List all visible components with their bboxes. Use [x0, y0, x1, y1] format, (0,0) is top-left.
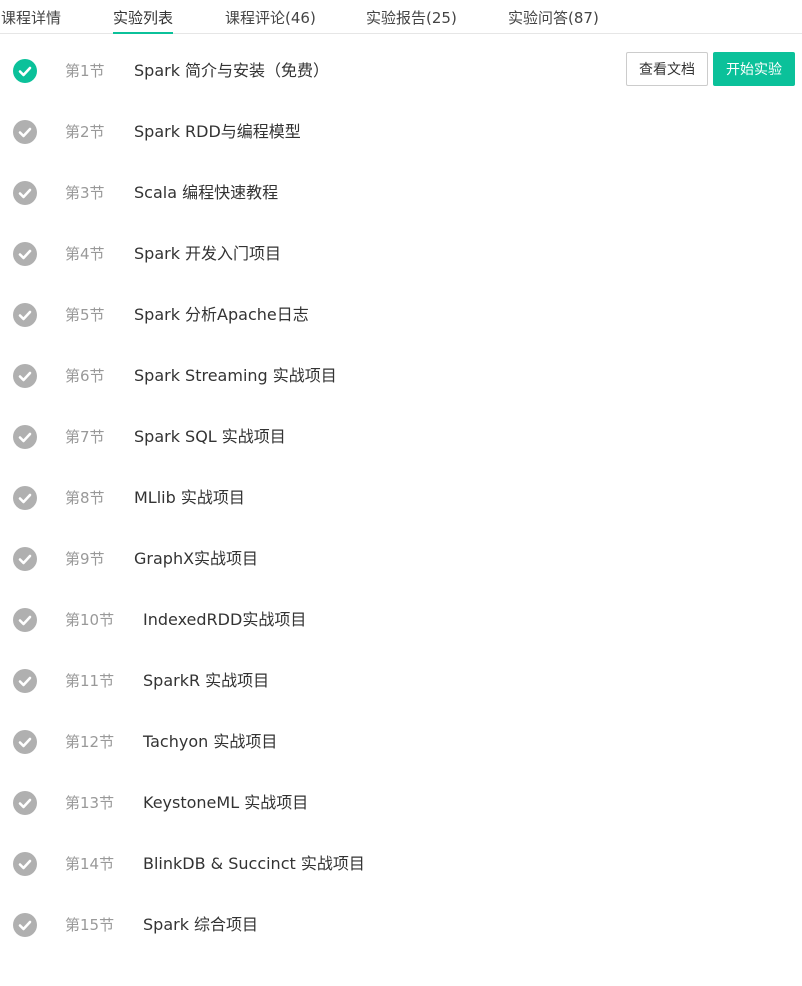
section-title[interactable]: KeystoneML 实战项目 [143, 792, 308, 814]
start-experiment-button[interactable]: 开始实验 [713, 52, 795, 86]
section-title[interactable]: GraphX实战项目 [134, 548, 258, 570]
check-circle-icon [13, 913, 37, 937]
section-number: 第5节 [65, 306, 105, 324]
section-number: 第8节 [65, 489, 105, 507]
section-row[interactable]: 第1节 Spark 简介与安装（免费） 查看文档 开始实验 [0, 41, 802, 102]
section-title[interactable]: IndexedRDD实战项目 [143, 609, 306, 631]
section-number: 第6节 [65, 367, 105, 385]
check-circle-icon [13, 120, 37, 144]
section-number: 第3节 [65, 184, 105, 202]
section-number: 第9节 [65, 550, 105, 568]
check-circle-icon [13, 608, 37, 632]
section-title[interactable]: BlinkDB & Succinct 实战项目 [143, 853, 365, 875]
section-row[interactable]: 第2节 Spark RDD与编程模型 [0, 102, 802, 163]
check-circle-icon [13, 547, 37, 571]
section-title[interactable]: SparkR 实战项目 [143, 670, 269, 692]
section-row[interactable]: 第13节 KeystoneML 实战项目 [0, 773, 802, 834]
section-title[interactable]: Scala 编程快速教程 [134, 182, 278, 204]
section-number: 第15节 [65, 916, 115, 934]
check-circle-icon [13, 791, 37, 815]
section-row[interactable]: 第15节 Spark 综合项目 [0, 895, 802, 956]
section-row[interactable]: 第8节 MLlib 实战项目 [0, 468, 802, 529]
check-circle-icon [13, 59, 37, 83]
tab-course-details[interactable]: 课程详情 [1, 7, 61, 29]
tab-course-comments[interactable]: 课程评论(46) [225, 7, 316, 29]
section-number: 第14节 [65, 855, 115, 873]
check-circle-icon [13, 303, 37, 327]
section-number: 第7节 [65, 428, 105, 446]
check-circle-icon [13, 852, 37, 876]
section-title[interactable]: Spark RDD与编程模型 [134, 121, 301, 143]
course-tabs: 课程详情 实验列表 课程评论(46) 实验报告(25) 实验问答(87) [0, 0, 802, 34]
section-title[interactable]: Spark 综合项目 [143, 914, 258, 936]
section-title[interactable]: Spark 开发入门项目 [134, 243, 281, 265]
section-row[interactable]: 第9节 GraphX实战项目 [0, 529, 802, 590]
section-row[interactable]: 第7节 Spark SQL 实战项目 [0, 407, 802, 468]
section-title[interactable]: MLlib 实战项目 [134, 487, 245, 509]
tab-experiment-qa[interactable]: 实验问答(87) [508, 7, 599, 29]
section-number: 第4节 [65, 245, 105, 263]
section-number: 第11节 [65, 672, 115, 690]
section-number: 第12节 [65, 733, 115, 751]
section-number: 第1节 [65, 62, 105, 80]
check-circle-icon [13, 730, 37, 754]
section-title[interactable]: Spark 简介与安装（免费） [134, 60, 329, 82]
section-row[interactable]: 第10节 IndexedRDD实战项目 [0, 590, 802, 651]
section-number: 第2节 [65, 123, 105, 141]
check-circle-icon [13, 669, 37, 693]
check-circle-icon [13, 242, 37, 266]
tab-experiment-list[interactable]: 实验列表 [113, 7, 174, 34]
section-title[interactable]: Spark 分析Apache日志 [134, 304, 309, 326]
section-row[interactable]: 第5节 Spark 分析Apache日志 [0, 285, 802, 346]
section-title[interactable]: Spark Streaming 实战项目 [134, 365, 337, 387]
check-circle-icon [13, 181, 37, 205]
check-circle-icon [13, 425, 37, 449]
section-row[interactable]: 第14节 BlinkDB & Succinct 实战项目 [0, 834, 802, 895]
section-row[interactable]: 第12节 Tachyon 实战项目 [0, 712, 802, 773]
view-doc-button[interactable]: 查看文档 [626, 52, 708, 86]
section-row[interactable]: 第3节 Scala 编程快速教程 [0, 163, 802, 224]
check-circle-icon [13, 486, 37, 510]
section-title[interactable]: Spark SQL 实战项目 [134, 426, 286, 448]
section-number: 第13节 [65, 794, 115, 812]
section-row[interactable]: 第4节 Spark 开发入门项目 [0, 224, 802, 285]
section-title[interactable]: Tachyon 实战项目 [143, 731, 277, 753]
section-number: 第10节 [65, 611, 115, 629]
section-row[interactable]: 第6节 Spark Streaming 实战项目 [0, 346, 802, 407]
section-row[interactable]: 第11节 SparkR 实战项目 [0, 651, 802, 712]
tab-experiment-reports[interactable]: 实验报告(25) [366, 7, 457, 29]
check-circle-icon [13, 364, 37, 388]
